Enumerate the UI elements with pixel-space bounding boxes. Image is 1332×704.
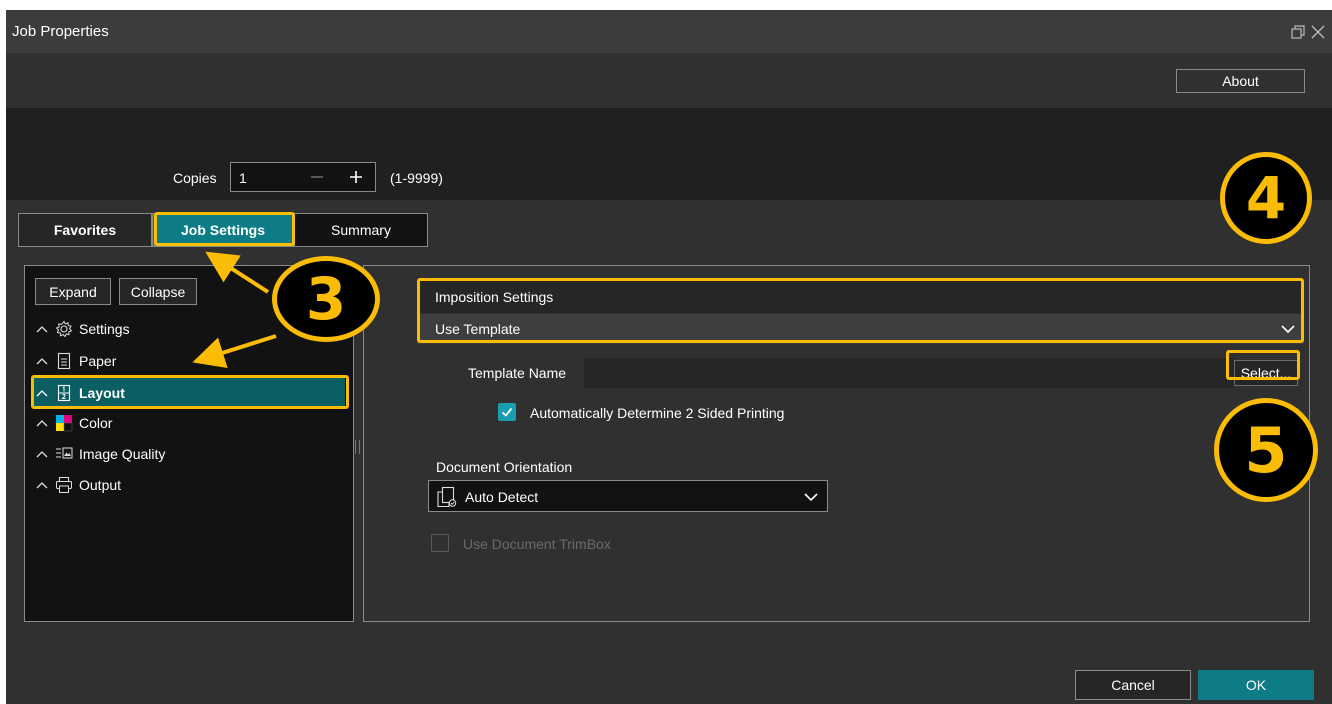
template-name-label: Template Name	[468, 365, 567, 381]
auto-detect-icon	[437, 486, 457, 508]
tree-item-label: Color	[79, 415, 113, 431]
close-icon[interactable]	[1310, 24, 1326, 40]
tree-item-label: Output	[79, 477, 122, 493]
tab-job-settings[interactable]: Job Settings	[152, 213, 294, 247]
minus-icon	[311, 176, 323, 178]
tree-item-layout[interactable]: Layout	[33, 378, 345, 408]
step-3-badge: 3	[272, 256, 380, 342]
copies-range: (1-9999)	[390, 170, 443, 186]
chevron-up-icon	[36, 451, 48, 458]
plus-icon	[350, 171, 362, 183]
tree-item-label: Paper	[79, 353, 117, 369]
copies-stepper[interactable]: 1	[230, 162, 376, 192]
checkmark-icon	[501, 407, 513, 417]
tab-summary[interactable]: Summary	[294, 213, 428, 247]
tree-item-label: Layout	[79, 385, 125, 401]
auto-2sided-checkbox[interactable]	[498, 403, 516, 421]
orientation-dropdown[interactable]: Auto Detect	[428, 480, 828, 512]
ok-button[interactable]: OK	[1198, 670, 1314, 700]
chevron-up-icon	[36, 358, 48, 365]
tree-item-image-quality[interactable]: Image Quality	[35, 441, 165, 467]
decrement-button[interactable]	[297, 163, 337, 191]
window-title: Job Properties	[12, 23, 109, 40]
copies-band	[6, 108, 1332, 200]
expand-button[interactable]: Expand	[35, 278, 111, 305]
printer-icon	[56, 477, 72, 493]
imposition-header: Imposition Settings	[417, 280, 1304, 313]
increment-button[interactable]	[337, 163, 375, 191]
step-4-badge: 4	[1220, 152, 1312, 244]
layout-icon	[57, 384, 71, 402]
imposition-dropdown[interactable]: Use Template	[417, 314, 1304, 344]
use-trimbox-checkbox[interactable]	[431, 534, 449, 552]
splitter-handle[interactable]	[355, 440, 360, 454]
cancel-button[interactable]: Cancel	[1075, 670, 1191, 700]
paper-icon	[57, 352, 71, 370]
tree-item-label: Image Quality	[79, 446, 166, 462]
restore-icon[interactable]	[1290, 24, 1306, 40]
template-name-field[interactable]	[584, 358, 1234, 388]
collapse-button[interactable]: Collapse	[119, 278, 197, 305]
chevron-down-icon	[1281, 325, 1295, 334]
imposition-dropdown-value: Use Template	[435, 321, 521, 337]
header-band	[6, 53, 1332, 108]
chevron-down-icon	[804, 493, 818, 502]
document-orientation-label: Document Orientation	[436, 459, 573, 475]
tab-favorites[interactable]: Favorites	[18, 213, 152, 247]
copies-value[interactable]: 1	[239, 170, 247, 186]
step-5-badge: 5	[1214, 398, 1318, 502]
title-bar: Job Properties	[6, 10, 1332, 53]
use-trimbox-label: Use Document TrimBox	[463, 536, 611, 552]
orientation-dropdown-value: Auto Detect	[465, 489, 539, 505]
chevron-up-icon	[36, 390, 48, 397]
select-template-button[interactable]: Select...	[1234, 360, 1298, 386]
copies-label: Copies	[173, 170, 217, 186]
layout-settings-panel: Imposition Settings Use Template Templat…	[363, 265, 1310, 622]
tree-item-label: Settings	[79, 321, 130, 337]
tree-item-output[interactable]: Output	[35, 472, 121, 498]
tree-item-paper[interactable]: Paper	[35, 348, 116, 374]
about-button[interactable]: About	[1176, 69, 1305, 93]
chevron-up-icon	[36, 326, 48, 333]
tree-item-color[interactable]: Color	[35, 410, 112, 436]
color-icon	[56, 415, 73, 432]
job-properties-window: Job Properties About Copies 1 (1-9999) F…	[6, 10, 1332, 704]
chevron-up-icon	[36, 482, 48, 489]
imposition-settings-label: Imposition Settings	[435, 289, 554, 305]
image-quality-icon	[56, 447, 73, 459]
chevron-up-icon	[36, 420, 48, 427]
auto-2sided-label: Automatically Determine 2 Sided Printing	[530, 405, 785, 421]
gear-icon	[55, 320, 73, 338]
tree-item-settings[interactable]: Settings	[35, 316, 130, 342]
